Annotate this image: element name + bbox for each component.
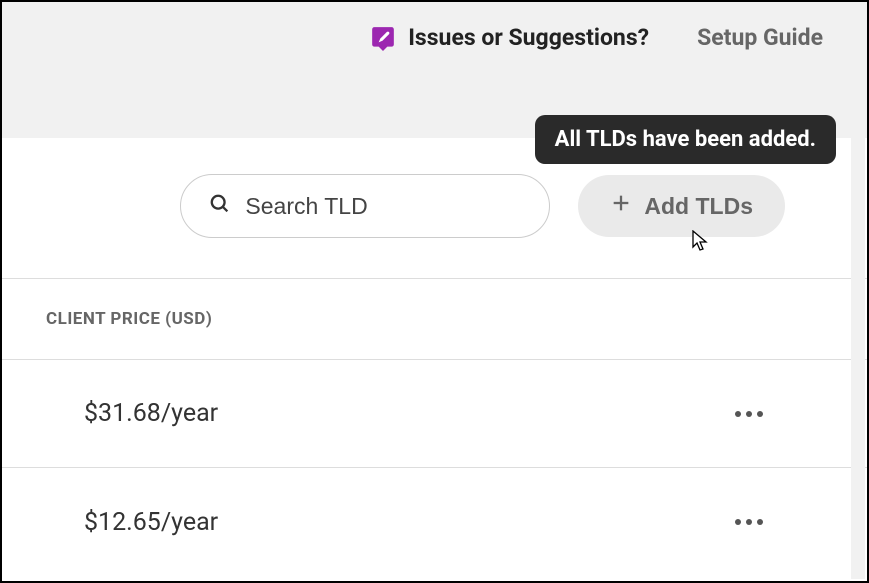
tooltip-text: All TLDs have been added. — [555, 127, 816, 152]
price-value: $12.65/year — [84, 508, 218, 537]
column-header-text: CLIENT PRICE (USD) — [46, 309, 212, 329]
table-row: $31.68/year — [2, 360, 867, 468]
issues-suggestions-link[interactable]: Issues or Suggestions? — [370, 24, 649, 51]
price-value: $31.68/year — [84, 399, 218, 428]
row-more-button[interactable] — [735, 411, 763, 417]
row-more-button[interactable] — [735, 519, 763, 525]
search-tld-wrapper[interactable] — [180, 174, 550, 238]
more-icon — [735, 519, 763, 525]
add-tlds-label: Add TLDs — [644, 193, 753, 220]
search-icon — [209, 193, 231, 219]
feedback-icon — [370, 25, 396, 51]
add-tlds-button[interactable]: Add TLDs — [578, 175, 785, 237]
search-input[interactable] — [245, 193, 541, 220]
vertical-scrollbar[interactable] — [851, 4, 865, 579]
tooltip: All TLDs have been added. — [535, 115, 836, 164]
table-row: $12.65/year — [2, 468, 867, 576]
setup-guide-label: Setup Guide — [697, 24, 823, 51]
plus-icon — [610, 192, 632, 220]
setup-guide-link[interactable]: Setup Guide — [697, 24, 823, 51]
table-column-header: CLIENT PRICE (USD) — [2, 278, 867, 360]
more-icon — [735, 411, 763, 417]
issues-label: Issues or Suggestions? — [408, 24, 649, 51]
